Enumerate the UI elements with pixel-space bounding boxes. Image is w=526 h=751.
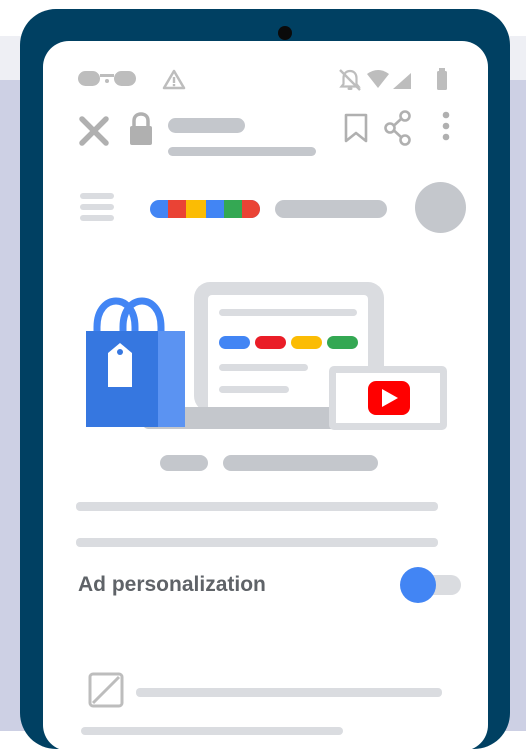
ads-illustration	[86, 282, 447, 430]
voicemail-icon	[78, 71, 136, 86]
page-title-placeholder	[168, 118, 245, 133]
content-chip-placeholder	[160, 455, 208, 471]
ad-personalization-label: Ad personalization	[78, 573, 266, 596]
google-logo-placeholder	[150, 200, 260, 218]
phone-screen: Ad personalization	[43, 41, 488, 751]
list-item-text-placeholder	[136, 688, 442, 697]
hamburger-menu-icon[interactable]	[80, 189, 114, 225]
bookmark-icon[interactable]	[343, 112, 369, 144]
list-item-text-placeholder	[81, 727, 343, 735]
text-line-placeholder	[76, 538, 438, 547]
notifications-off-icon	[339, 69, 361, 91]
signal-icon	[393, 73, 411, 89]
search-bar-placeholder[interactable]	[275, 200, 387, 218]
text-line-placeholder	[76, 502, 438, 511]
page-url-placeholder	[168, 147, 316, 156]
image-placeholder-icon	[88, 672, 124, 708]
lock-icon	[130, 112, 152, 145]
toggle-knob[interactable]	[400, 567, 436, 603]
close-icon[interactable]	[77, 114, 111, 148]
warning-icon	[162, 69, 186, 90]
content-text-placeholder	[223, 455, 378, 471]
wifi-icon	[367, 70, 389, 88]
share-icon[interactable]	[383, 109, 413, 147]
front-camera	[278, 26, 292, 40]
more-vert-icon[interactable]	[439, 109, 453, 145]
battery-icon	[437, 68, 447, 90]
avatar[interactable]	[415, 182, 466, 233]
